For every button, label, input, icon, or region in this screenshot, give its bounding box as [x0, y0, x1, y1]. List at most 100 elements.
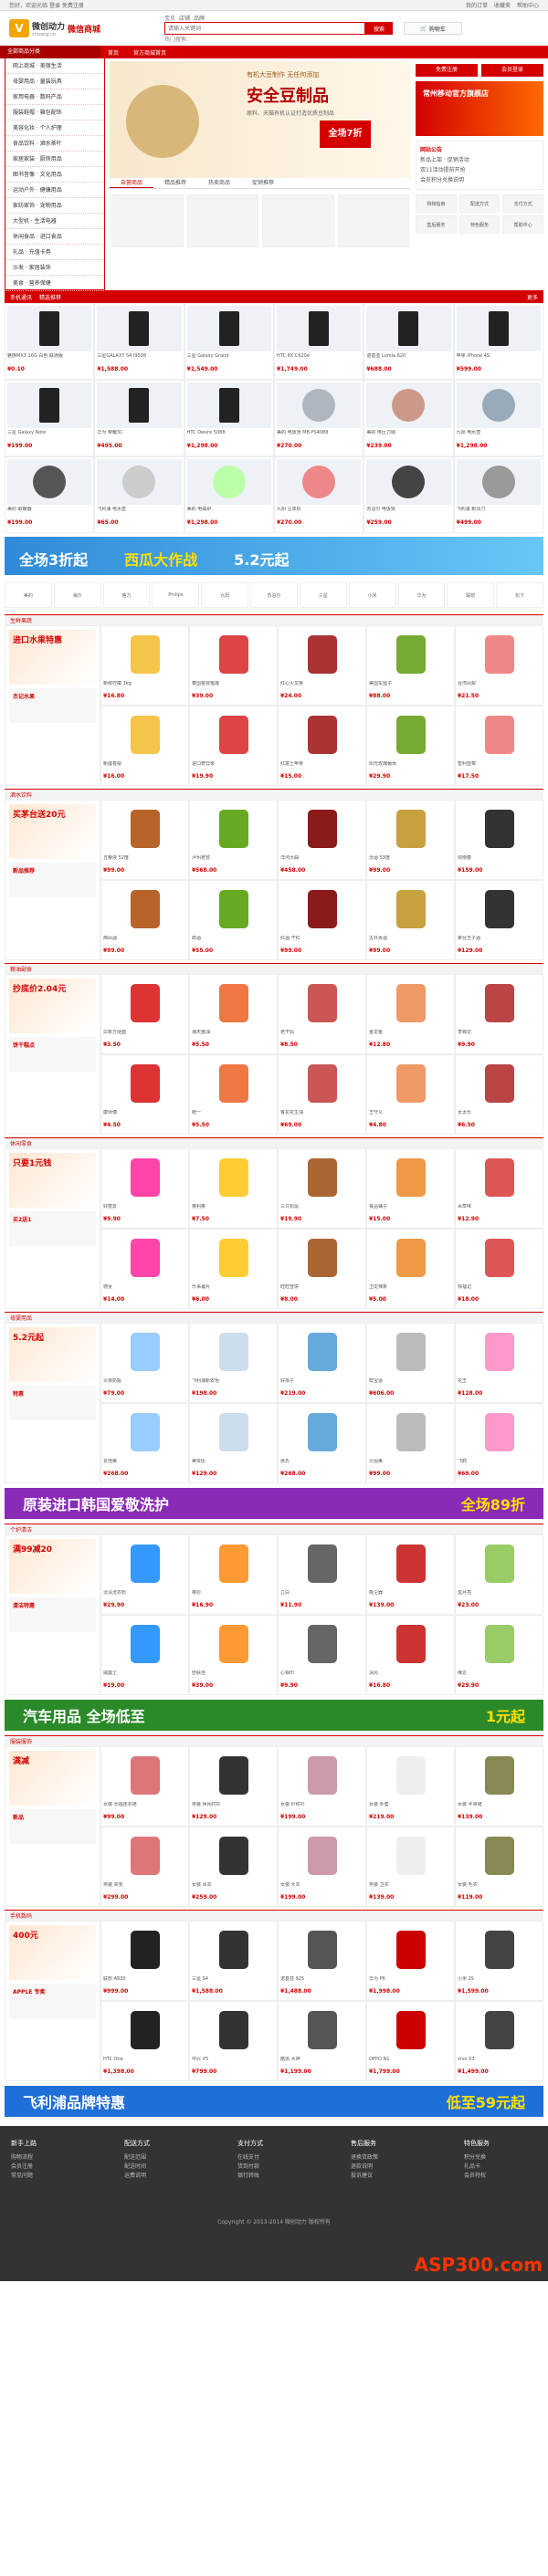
- product-image[interactable]: [369, 802, 452, 855]
- footer-link[interactable]: 积分兑换: [464, 2153, 537, 2162]
- product-card[interactable]: 华为 荣耀3C ¥495.00: [94, 380, 184, 456]
- product-name[interactable]: 华为 P6: [369, 1976, 452, 1988]
- brand-logo[interactable]: Philips: [152, 582, 200, 608]
- product-image[interactable]: [192, 1923, 275, 1976]
- category-item[interactable]: 家纺家饰 · 宠物用品: [5, 198, 104, 214]
- product-card[interactable]: 女装 风衣 ¥259.00: [189, 1827, 278, 1907]
- product-card[interactable]: 花王 ¥128.00: [455, 1323, 543, 1403]
- product-card[interactable]: 海天酱油 ¥5.50: [189, 974, 278, 1054]
- product-image[interactable]: [103, 708, 186, 761]
- favorites-link[interactable]: 收藏夹: [494, 1, 511, 9]
- product-image[interactable]: [192, 1829, 275, 1882]
- product-image[interactable]: [7, 306, 92, 351]
- product-card[interactable]: 蓝月亮 ¥23.00: [455, 1534, 543, 1615]
- product-name[interactable]: 智利蓝莓: [458, 761, 541, 773]
- product-name[interactable]: 阳光玫瑰葡萄: [369, 761, 452, 773]
- category-item[interactable]: 家居家装 · 厨房用品: [5, 152, 104, 167]
- product-name[interactable]: 新鲜柠檬 1kg: [103, 681, 186, 693]
- product-image[interactable]: [369, 977, 452, 1030]
- product-card[interactable]: OPPO N1 ¥1,799.00: [366, 2001, 455, 2081]
- product-card[interactable]: 红富士苹果 ¥15.00: [278, 706, 366, 786]
- product-image[interactable]: [192, 1406, 275, 1459]
- section-tab[interactable]: 精选推荐: [39, 293, 61, 301]
- notice-item[interactable]: 新品上架 · 促销活动: [420, 155, 539, 165]
- footer-link[interactable]: 银行转账: [237, 2172, 311, 2181]
- product-card[interactable]: 汰渍洗衣粉 ¥29.90: [100, 1534, 189, 1615]
- product-card[interactable]: 卫龙辣条 ¥5.00: [366, 1229, 455, 1309]
- promo-banner[interactable]: 原装进口韩国爱敬洗护 全场89折: [5, 1488, 543, 1519]
- product-image[interactable]: [103, 1618, 186, 1670]
- product-name[interactable]: 女装 外套: [369, 1802, 452, 1814]
- product-image[interactable]: [186, 306, 271, 351]
- category-item[interactable]: 休闲食品 · 进口食品: [5, 229, 104, 245]
- product-card[interactable]: 徐福记 ¥18.00: [455, 1229, 543, 1309]
- product-card[interactable]: 苏泊尔 电饭煲 ¥259.00: [364, 456, 454, 533]
- product-name[interactable]: 红富士苹果: [280, 761, 364, 773]
- product-name[interactable]: 蓝月亮: [458, 1590, 541, 1602]
- product-image[interactable]: [97, 306, 182, 351]
- product-card[interactable]: HTC Desire 5088 ¥1,298.00: [184, 380, 274, 456]
- product-name[interactable]: 李锦记: [458, 1030, 541, 1042]
- product-image[interactable]: [280, 1151, 364, 1204]
- product-image[interactable]: [458, 883, 541, 936]
- product-card[interactable]: 新疆香梨 ¥16.00: [100, 706, 189, 786]
- product-card[interactable]: 台湾凤梨 ¥21.50: [455, 625, 543, 706]
- product-card[interactable]: 美的 电磁炉 ¥1,298.00: [184, 456, 274, 533]
- product-card[interactable]: 汾酒 53度 ¥99.00: [366, 800, 455, 880]
- product-card[interactable]: 惠氏 ¥268.00: [278, 1403, 366, 1483]
- product-name[interactable]: 飞利浦 电水壶: [97, 507, 181, 519]
- product-image[interactable]: [186, 382, 271, 428]
- section-promo[interactable]: 5.2元起 特惠: [5, 1323, 100, 1483]
- product-card[interactable]: 三星 Galaxy Grand ¥1,549.00: [184, 303, 274, 380]
- product-image[interactable]: [280, 708, 364, 761]
- product-image[interactable]: [192, 1325, 275, 1378]
- search-tab-item[interactable]: 宝贝: [164, 14, 175, 22]
- product-name[interactable]: 洋河大曲: [280, 855, 364, 867]
- product-name[interactable]: 美的 电压力锅: [366, 430, 450, 443]
- product-image[interactable]: [192, 708, 275, 761]
- product-image[interactable]: [103, 977, 186, 1030]
- minitab[interactable]: 热卖商品: [197, 178, 241, 188]
- product-card[interactable]: 古井贡酒 ¥99.00: [366, 880, 455, 960]
- product-card[interactable]: 茅台王子酒 ¥129.00: [455, 880, 543, 960]
- product-name[interactable]: 立白: [280, 1590, 364, 1602]
- cart-button[interactable]: 🛒 购物车: [404, 22, 462, 35]
- product-name[interactable]: 心相印: [280, 1670, 364, 1682]
- product-image[interactable]: [280, 628, 364, 681]
- product-image[interactable]: [369, 1749, 452, 1802]
- product-card[interactable]: 美赞臣 ¥129.00: [189, 1403, 278, 1483]
- product-card[interactable]: 王守义 ¥4.80: [366, 1054, 455, 1135]
- product-name[interactable]: 三只松鼠: [280, 1204, 364, 1216]
- category-item[interactable]: 礼品 · 充值卡券: [5, 245, 104, 260]
- product-image[interactable]: [280, 1618, 364, 1670]
- product-name[interactable]: 诺基亚 Lumia 620: [366, 353, 450, 366]
- mini-product[interactable]: [111, 194, 184, 247]
- product-image[interactable]: [369, 1151, 452, 1204]
- orders-link[interactable]: 我的订单: [466, 1, 488, 9]
- product-name[interactable]: 九阳 电水壶: [457, 430, 541, 443]
- search-input[interactable]: [164, 22, 365, 35]
- product-image[interactable]: [186, 459, 271, 505]
- product-card[interactable]: 剑南春 ¥159.00: [455, 800, 543, 880]
- product-name[interactable]: 女装 风衣: [192, 1882, 275, 1894]
- product-image[interactable]: [277, 306, 362, 351]
- product-image[interactable]: [458, 1749, 541, 1802]
- product-image[interactable]: [280, 1749, 364, 1802]
- product-name[interactable]: 白象方便面: [103, 1030, 186, 1042]
- footer-link[interactable]: 货到付款: [237, 2162, 311, 2172]
- service-item[interactable]: 支付方式: [502, 194, 543, 213]
- service-item[interactable]: 购物指南: [416, 194, 457, 213]
- product-name[interactable]: HTC One: [103, 2057, 186, 2068]
- product-name[interactable]: 男装 夹克: [103, 1882, 186, 1894]
- notice-item[interactable]: 双11活动提前开抢: [420, 165, 539, 175]
- product-card[interactable]: 魅族MX3 16G 白色 联通版 ¥0.10: [5, 303, 95, 380]
- product-image[interactable]: [7, 382, 92, 428]
- product-card[interactable]: 鲁花花生油 ¥69.00: [278, 1054, 366, 1135]
- product-card[interactable]: 奥利奥 ¥7.50: [189, 1148, 278, 1229]
- product-card[interactable]: 联想 A830 ¥999.00: [100, 1921, 189, 2001]
- product-card[interactable]: 飞利浦 剃须刀 ¥499.00: [453, 456, 543, 533]
- footer-link[interactable]: 会员注册: [11, 2162, 84, 2172]
- login-button[interactable]: 会员登录: [481, 64, 543, 77]
- product-name[interactable]: 飞利浦新安怡: [192, 1378, 275, 1390]
- product-card[interactable]: 威露士 ¥19.00: [100, 1615, 189, 1695]
